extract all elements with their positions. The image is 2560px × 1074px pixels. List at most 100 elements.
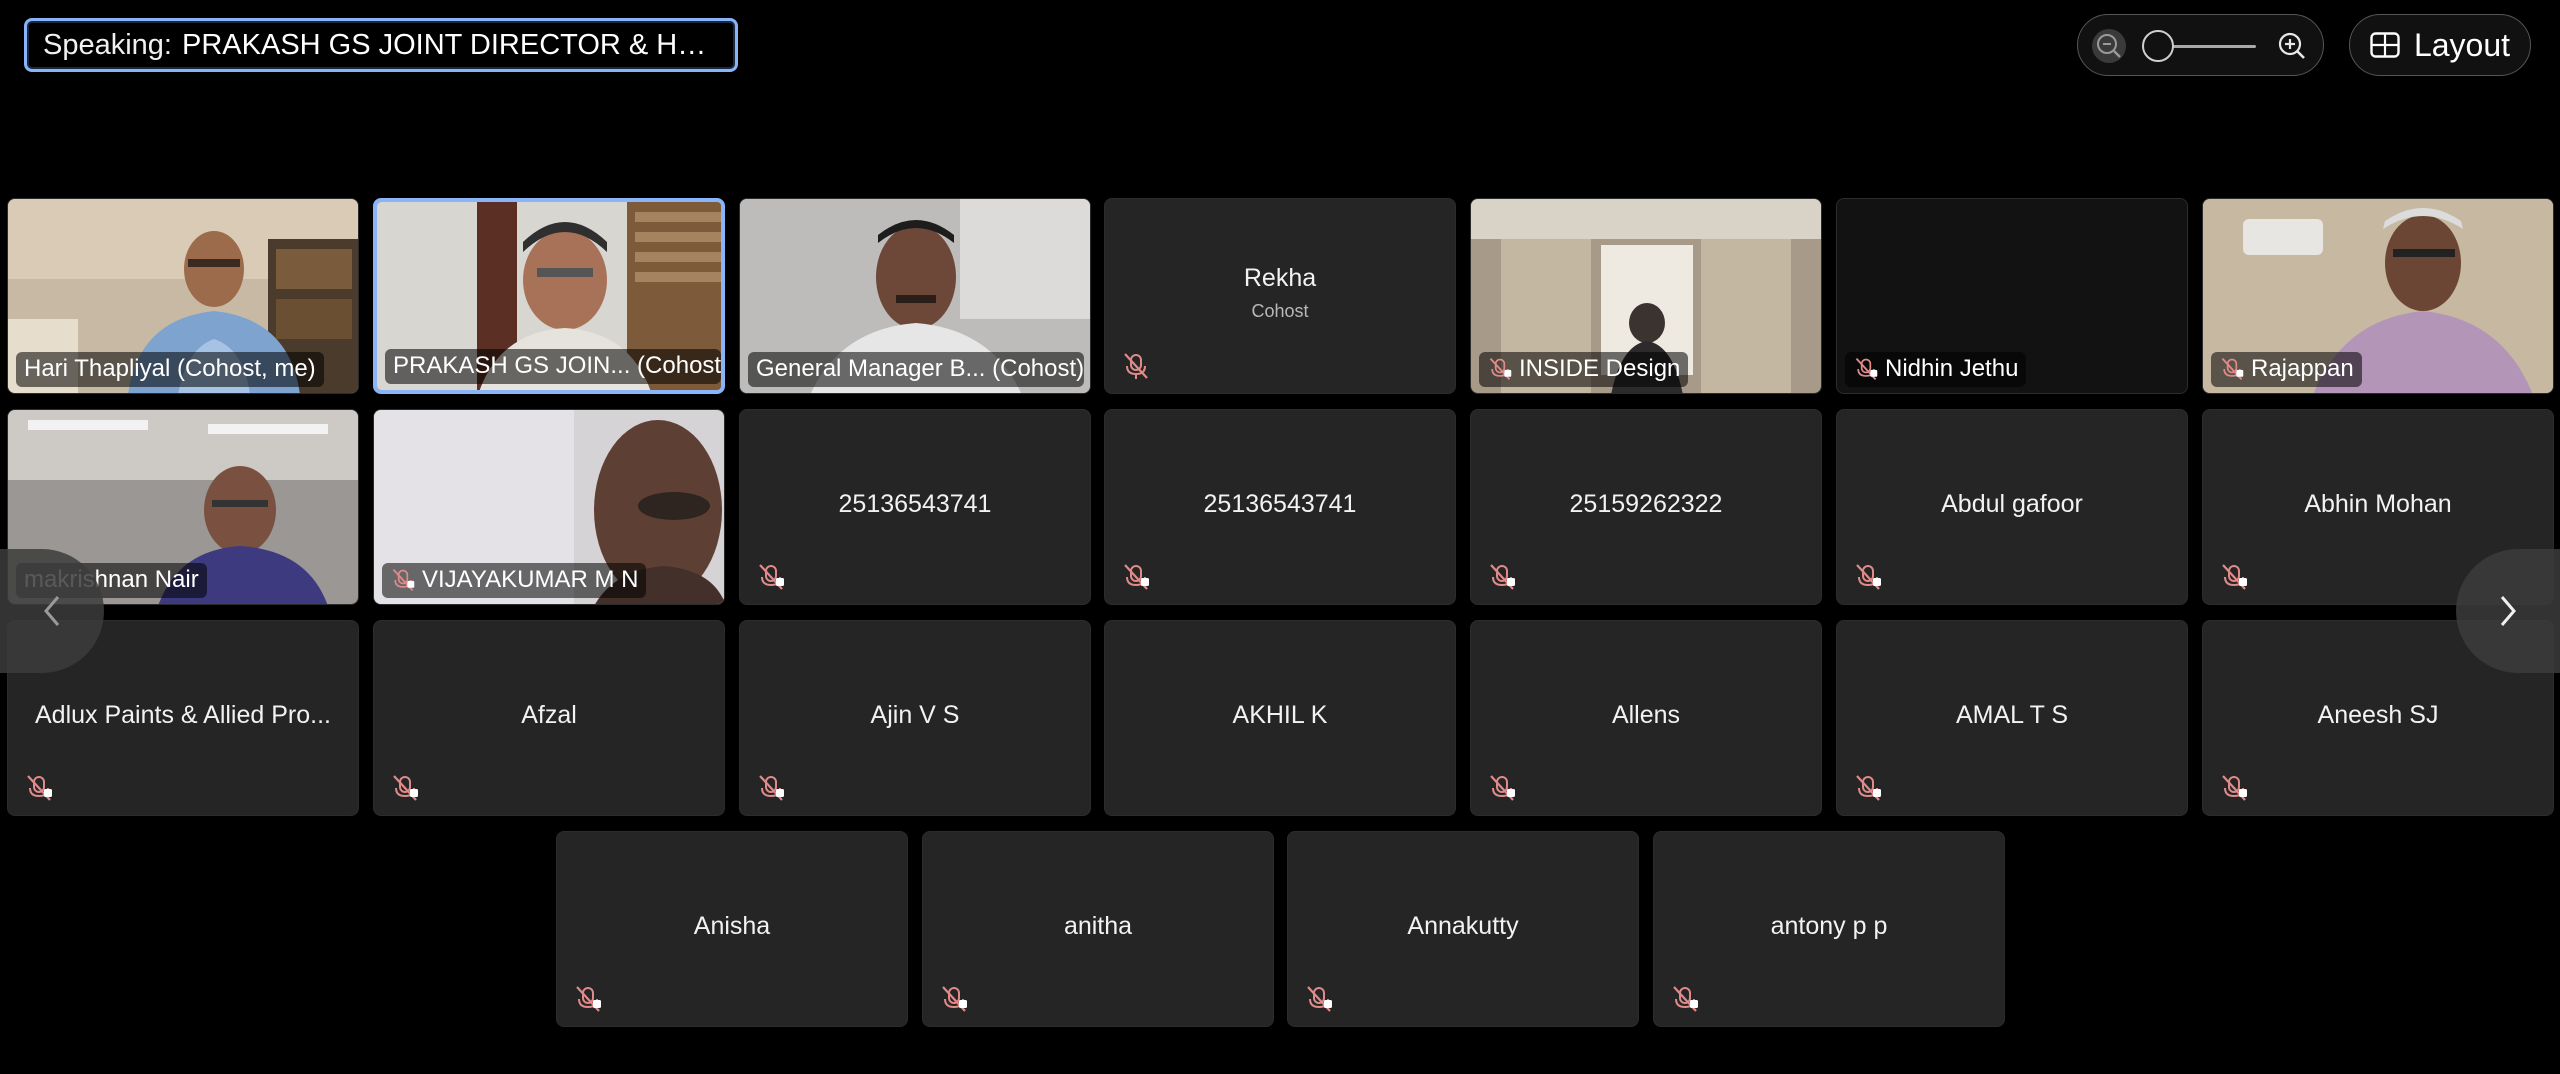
participant-name: 25136543741: [838, 489, 992, 518]
participant-name: anitha: [1063, 911, 1133, 940]
participant-tile[interactable]: General Manager B... (Cohost): [739, 198, 1091, 394]
participant-name: Abdul gafoor: [1941, 489, 2083, 518]
participant-tile[interactable]: INSIDE Design: [1470, 198, 1822, 394]
participant-tile[interactable]: AKHIL K: [1104, 620, 1456, 816]
participant-name: AMAL T S: [1955, 700, 2069, 729]
mic-muted-icon: [1489, 357, 1512, 381]
participant-tile[interactable]: 25136543741: [739, 409, 1091, 605]
participant-name-label: INSIDE Design: [1479, 352, 1689, 387]
chevron-left-icon: [44, 596, 60, 626]
participant-name-center: Abdul gafoor: [1837, 410, 2187, 604]
mic-muted-icon: [576, 986, 601, 1012]
layout-grid-icon: [2370, 32, 2400, 58]
participant-name-center: AMAL T S: [1837, 621, 2187, 815]
participant-tile[interactable]: Annakutty: [1287, 831, 1639, 1027]
participant-tile[interactable]: Ajin V S: [739, 620, 1091, 816]
mic-muted-icon: [759, 775, 784, 801]
participant-name: Hari Thapliyal (Cohost, me): [24, 355, 316, 382]
participant-name-center: anitha: [923, 832, 1273, 1026]
mic-muted-icon: [2221, 357, 2244, 381]
mic-muted-icon: [1124, 564, 1149, 590]
participant-name-center: Ajin V S: [740, 621, 1090, 815]
mic-muted-icon: [27, 775, 52, 801]
mic-muted-icon: [393, 775, 418, 801]
zoom-in-icon: [2278, 32, 2305, 59]
participant-name: Ajin V S: [870, 700, 960, 729]
participant-name-center: Allens: [1471, 621, 1821, 815]
participant-tile[interactable]: Abdul gafoor: [1836, 409, 2188, 605]
participant-tile[interactable]: anitha: [922, 831, 1274, 1027]
participant-name-center: 25136543741: [1105, 410, 1455, 604]
participant-name: AKHIL K: [1232, 700, 1328, 729]
participant-role: Cohost: [1251, 301, 1309, 321]
participant-name-label: Rajappan: [2211, 352, 2362, 387]
participant-name: Annakutty: [1407, 911, 1519, 940]
participant-name: antony p p: [1770, 911, 1888, 940]
participant-tile[interactable]: AMAL T S: [1836, 620, 2188, 816]
zoom-out-icon: [2097, 34, 2121, 58]
participant-name: INSIDE Design: [1519, 355, 1681, 382]
participant-tile-active-speaker[interactable]: PRAKASH GS JOIN... (Cohost): [373, 198, 725, 394]
mic-muted-icon: [1490, 564, 1515, 590]
participant-name-center: Annakutty: [1288, 832, 1638, 1026]
mic-muted-icon: [759, 564, 784, 590]
participant-name-label: Nidhin Jethu: [1845, 352, 2027, 387]
zoom-in-button[interactable]: [2275, 29, 2309, 63]
layout-button-label: Layout: [2413, 26, 2511, 63]
participant-name-center: Anisha: [557, 832, 907, 1026]
speaking-prefix: Speaking:: [43, 28, 172, 61]
participant-name: PRAKASH GS JOIN... (Cohost): [393, 352, 721, 379]
participant-tile[interactable]: 25159262322: [1470, 409, 1822, 605]
participant-tile[interactable]: Rekha Cohost: [1104, 198, 1456, 394]
participant-name: General Manager B... (Cohost): [756, 355, 1084, 382]
mic-muted-icon: [1673, 986, 1698, 1012]
mic-muted-icon: [2222, 564, 2247, 590]
participant-name-center: AKHIL K: [1105, 621, 1455, 815]
participant-name: Adlux Paints & Allied Pro...: [35, 700, 331, 729]
participant-tile[interactable]: 25136543741: [1104, 409, 1456, 605]
participant-name: 25136543741: [1203, 489, 1357, 518]
layout-button[interactable]: Layout: [2349, 14, 2531, 76]
mic-muted-icon: [2222, 775, 2247, 801]
participant-name-label: PRAKASH GS JOIN... (Cohost): [385, 349, 721, 384]
participant-tile[interactable]: VIJAYAKUMAR M N: [373, 409, 725, 605]
participant-tile[interactable]: Anisha: [556, 831, 908, 1027]
participant-tile[interactable]: Afzal: [373, 620, 725, 816]
participant-name: VIJAYAKUMAR M N: [422, 566, 639, 593]
mic-muted-icon: [1307, 986, 1332, 1012]
participant-tile[interactable]: Hari Thapliyal (Cohost, me): [7, 198, 359, 394]
participant-name-label: VIJAYAKUMAR M N: [382, 563, 647, 598]
zoom-control: [2077, 14, 2324, 76]
participant-name-center: 25136543741: [740, 410, 1090, 604]
mic-muted-icon: [1490, 775, 1515, 801]
participant-name: Rekha: [1243, 264, 1317, 292]
participant-name-center: Rekha Cohost: [1105, 199, 1455, 393]
participant-tile[interactable]: Rajappan: [2202, 198, 2554, 394]
chevron-right-icon: [2500, 596, 2516, 626]
participant-name: 25159262322: [1569, 489, 1723, 518]
mic-muted-icon: [392, 568, 415, 592]
participant-name-label: Hari Thapliyal (Cohost, me): [16, 352, 324, 387]
participant-name: Anisha: [693, 911, 771, 940]
mic-muted-icon: [1855, 357, 1878, 381]
participant-tile[interactable]: Nidhin Jethu: [1836, 198, 2188, 394]
participant-name-label: General Manager B... (Cohost): [748, 352, 1084, 387]
participant-name: Nidhin Jethu: [1885, 355, 2019, 382]
participant-tile[interactable]: antony p p: [1653, 831, 2005, 1027]
participant-name: Abhin Mohan: [2304, 489, 2452, 518]
participant-name-center: Afzal: [374, 621, 724, 815]
participant-name: Allens: [1611, 700, 1681, 729]
speaking-name: PRAKASH GS JOINT DIRECTOR & HEAD O...: [182, 28, 719, 61]
zoom-slider-thumb[interactable]: [2142, 30, 2174, 62]
speaking-indicator[interactable]: Speaking: PRAKASH GS JOINT DIRECTOR & HE…: [24, 18, 738, 72]
participant-name: Aneesh SJ: [2317, 700, 2439, 729]
mic-muted-icon: [1856, 564, 1881, 590]
participant-tile[interactable]: Allens: [1470, 620, 1822, 816]
participant-name-center: antony p p: [1654, 832, 2004, 1026]
participant-name-center: 25159262322: [1471, 410, 1821, 604]
zoom-out-button[interactable]: [2092, 29, 2126, 63]
participant-name: Rajappan: [2251, 355, 2354, 382]
mic-muted-icon: [1124, 353, 1148, 379]
mic-muted-icon: [942, 986, 967, 1012]
participant-name: Afzal: [521, 700, 577, 729]
